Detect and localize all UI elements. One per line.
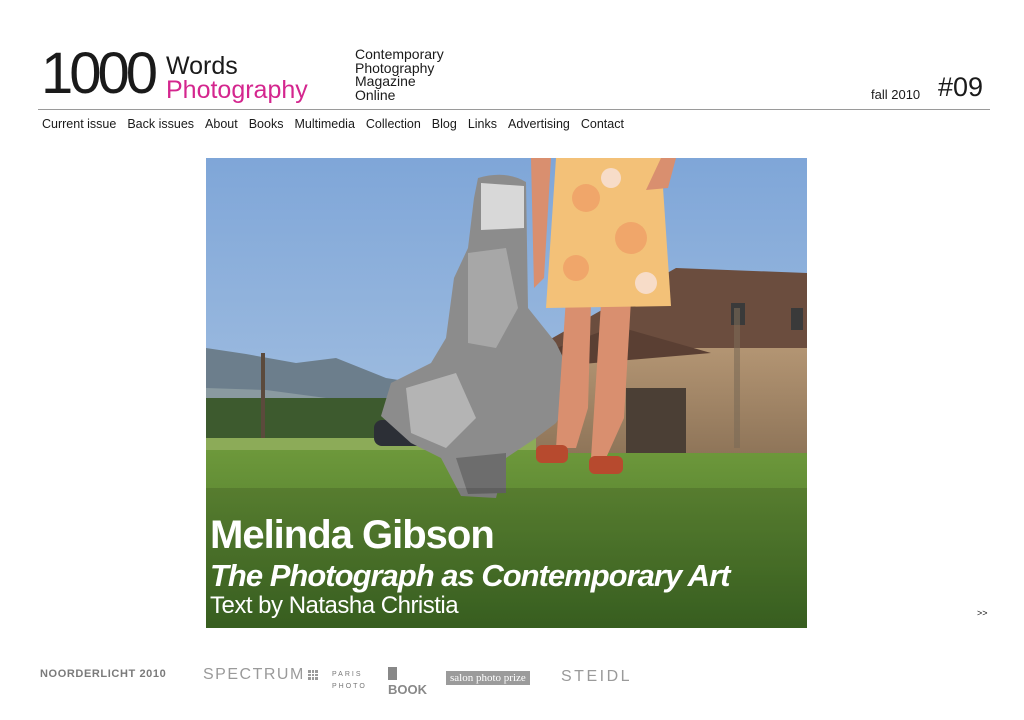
photo-label: PHOTO — [332, 683, 367, 690]
nav-books[interactable]: Books — [249, 117, 284, 131]
issue-season: fall 2010 — [871, 87, 921, 102]
nav-links[interactable]: Links — [468, 117, 497, 131]
tagline: Contemporary Photography Magazine Online — [355, 47, 444, 103]
logo-photography: Photography — [166, 76, 308, 104]
header-divider — [38, 109, 990, 110]
nav-about[interactable]: About — [205, 117, 238, 131]
feature-artist[interactable]: Melinda Gibson — [210, 513, 495, 558]
sponsor-noorderlicht-logo[interactable]: NOORDERLICHT 2010 — [40, 668, 166, 680]
nav-multimedia[interactable]: Multimedia — [294, 117, 354, 131]
nav-blog[interactable]: Blog — [432, 117, 457, 131]
sponsor-salon-photo-prize-logo[interactable]: salon photo prize — [446, 671, 530, 685]
sponsor-book-logo[interactable]: BOOK — [388, 682, 427, 697]
book-icon — [388, 667, 397, 680]
logo-number: 1000 — [41, 41, 158, 106]
tagline-line: Online — [355, 86, 396, 103]
nav-advertising[interactable]: Advertising — [508, 117, 570, 131]
sponsor-steidl-logo[interactable]: STEIDL — [561, 668, 632, 686]
sponsor-bar: NOORDERLICHT 2010 SPECTRUM PARIS PHOTO B… — [0, 660, 1024, 700]
nav-current-issue[interactable]: Current issue — [42, 117, 116, 131]
spectrum-label: SPECTRUM — [203, 666, 305, 683]
next-arrow-link[interactable]: >> — [977, 608, 988, 618]
feature-image[interactable]: Melinda Gibson The Photograph as Contemp… — [206, 158, 807, 628]
sponsor-paris-photo-logo[interactable]: PARIS PHOTO — [332, 669, 367, 693]
main-nav: Current issue Back issues About Books Mu… — [42, 117, 635, 131]
feature-title[interactable]: The Photograph as Contemporary Art — [210, 558, 730, 594]
feature-credit: Text by Natasha Christia — [210, 592, 459, 619]
grid-icon — [307, 669, 318, 680]
nav-collection[interactable]: Collection — [366, 117, 421, 131]
paris-label: PARIS — [332, 671, 363, 678]
issue-number: #09 — [938, 72, 984, 102]
sponsor-spectrum-logo[interactable]: SPECTRUM — [203, 666, 318, 684]
nav-back-issues[interactable]: Back issues — [127, 117, 194, 131]
nav-contact[interactable]: Contact — [581, 117, 624, 131]
